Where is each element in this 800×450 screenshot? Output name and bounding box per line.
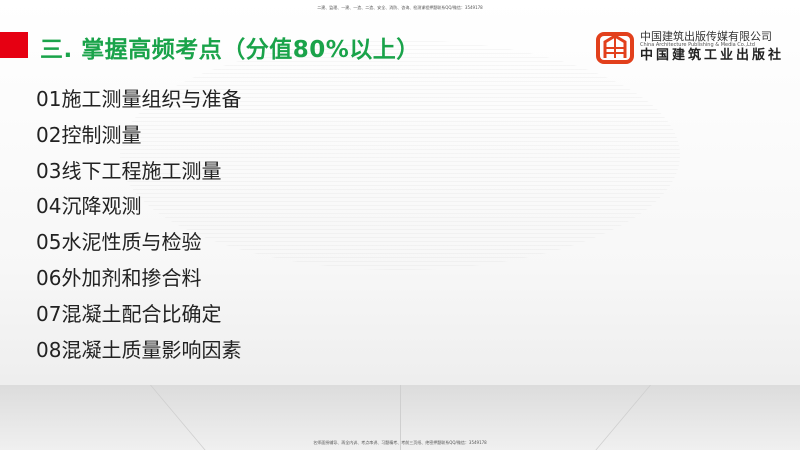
list-item: 02控制测量 xyxy=(36,122,142,147)
top-note: 二建、监理、一建、一造、二造、安全、消防、咨询、检测课程押题联系QQ/微信：35… xyxy=(317,5,483,10)
title-accent-bar xyxy=(0,32,28,58)
list-item: 07混凝土配合比确定 xyxy=(36,301,222,326)
logo-mark-icon xyxy=(596,28,634,66)
logo-calligraphy-name: 中国建筑工业出版社 xyxy=(640,47,785,63)
list-item: 06外加剂和掺合料 xyxy=(36,265,202,290)
slide: 二建、监理、一建、一造、二造、安全、消防、咨询、检测课程押题联系QQ/微信：35… xyxy=(0,0,800,450)
list-item: 04沉降观测 xyxy=(36,194,142,219)
list-item: 08混凝土质量影响因素 xyxy=(36,337,242,362)
topic-list: 01施工测量组织与准备 02控制测量 03线下工程施工测量 04沉降观测 05水… xyxy=(36,84,241,370)
list-item: 05水泥性质与检验 xyxy=(36,230,202,255)
publisher-logo: 中国建筑出版传媒有限公司 China Architecture Publishi… xyxy=(596,28,784,66)
list-item: 01施工测量组织与准备 xyxy=(36,87,242,111)
list-item: 03线下工程施工测量 xyxy=(36,158,222,183)
slide-title: 三. 掌握高频考点（分值80%以上） xyxy=(40,37,420,63)
bottom-note: 名师面授辅导、再全内训、考点串讲、习题精考、考前三页纸、绝密押题联系QQ/微信：… xyxy=(313,440,487,445)
